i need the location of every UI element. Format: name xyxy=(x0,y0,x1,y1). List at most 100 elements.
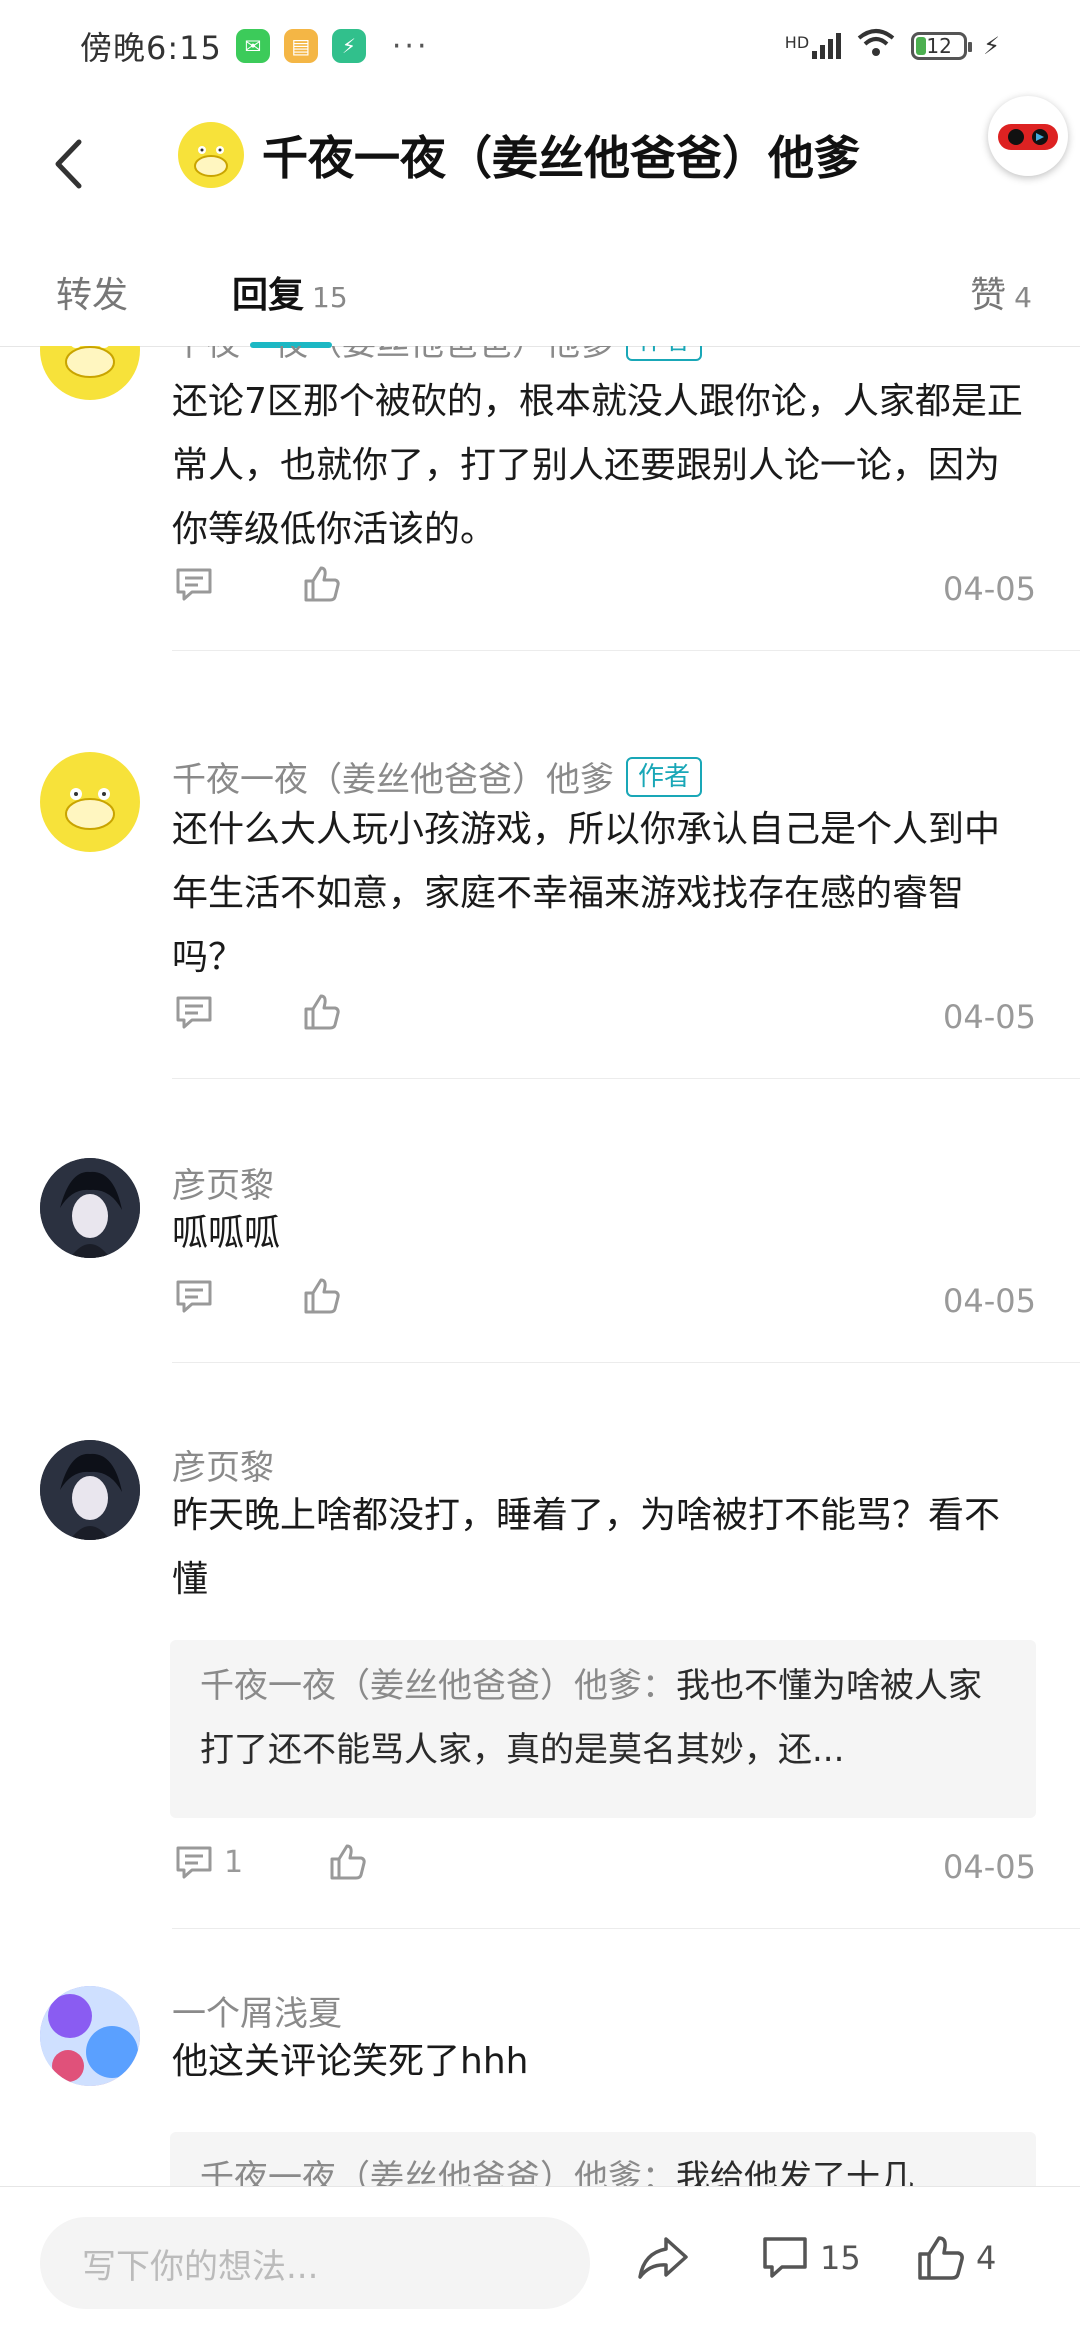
author-badge: 作者 xyxy=(626,346,703,361)
avatar[interactable] xyxy=(40,752,140,852)
game-assistant-icon xyxy=(998,124,1058,150)
reply-button[interactable] xyxy=(174,564,214,604)
bottom-action-bar: 写下你的想法... 15 4 xyxy=(0,2186,1080,2341)
anime-avatar-icon xyxy=(40,1158,140,1258)
tab-repost-label: 转发 xyxy=(56,275,129,316)
comment-actions: 04-05 xyxy=(172,992,1036,1042)
like-button[interactable] xyxy=(302,1276,342,1316)
thumbs-up-icon xyxy=(918,2236,964,2280)
tab-repost[interactable]: 转发 xyxy=(56,266,128,318)
like-button[interactable] xyxy=(328,1842,368,1882)
reply-button[interactable]: 1 xyxy=(174,1842,243,1882)
quoted-reply[interactable]: 千夜一夜（姜丝他爸爸）他爹：我给他发了十几 xyxy=(170,2132,1036,2186)
avatar[interactable] xyxy=(40,1158,140,1258)
comment-text: 呱呱呱 xyxy=(172,1213,281,1254)
tab-bar: 转发 回复 15 赞4 xyxy=(0,242,1080,348)
comment-author[interactable]: 千夜一夜（姜丝他爸爸）他爹 作者 xyxy=(172,752,703,801)
back-button[interactable] xyxy=(38,134,98,194)
share-icon xyxy=(638,2237,688,2279)
floating-assistant-button[interactable] xyxy=(988,96,1068,176)
comment-author[interactable]: 一个屑浅夏 xyxy=(172,1986,342,2035)
list-item: 彦页黎 呱呱呱 04-05 xyxy=(0,1158,1080,1438)
quoted-reply[interactable]: 千夜一夜（姜丝他爸爸）他爹：我也不懂为啥被人家打了还不能骂人家，真的是莫名其妙，… xyxy=(170,1640,1036,1818)
more-notifications-icon: ··· xyxy=(391,28,430,64)
anime-avatar-icon xyxy=(40,1440,140,1540)
tab-likes[interactable]: 赞4 xyxy=(970,266,1032,318)
comments-count: 15 xyxy=(820,2239,861,2277)
comment-icon xyxy=(176,1280,212,1313)
likes-count: 4 xyxy=(976,2239,997,2277)
comment-date: 04-05 xyxy=(943,998,1036,1036)
author-name: 一个屑浅夏 xyxy=(172,1994,342,2034)
tab-likes-count: 4 xyxy=(1014,281,1032,314)
divider xyxy=(172,650,1080,651)
reply-button[interactable] xyxy=(174,1276,214,1316)
comment-text: 还论7区那个被砍的，根本就没人跟你论，人家都是正常人，也就你了，打了别人还要跟别… xyxy=(172,381,1023,550)
battery-icon: 12 xyxy=(911,32,973,60)
comment-input[interactable]: 写下你的想法... xyxy=(40,2217,590,2309)
avatar[interactable] xyxy=(40,1440,140,1540)
list-item: 千夜一夜（姜丝他爸爸）他爹 作者 还什么大人玩小孩游戏，所以你承认自己是个人到中… xyxy=(0,752,1080,1152)
author-avatar[interactable] xyxy=(178,122,244,188)
duck-icon xyxy=(194,146,228,177)
comment-author[interactable]: 千夜一夜（姜丝他爸爸）他爹 作者 xyxy=(172,346,703,365)
avatar[interactable] xyxy=(40,346,140,400)
status-right: HD 12 ⚡ xyxy=(785,28,1000,64)
comment-text: 他这关评论笑死了hhh xyxy=(172,2041,529,2082)
security-app-icon: ⚡ xyxy=(331,29,366,63)
like-button[interactable] xyxy=(302,992,342,1032)
comment-list[interactable]: 千夜一夜（姜丝他爸爸）他爹 作者 还论7区那个被砍的，根本就没人跟你论，人家都是… xyxy=(0,346,1080,2186)
like-button[interactable] xyxy=(302,564,342,604)
status-time: 傍晚6:15 xyxy=(80,29,222,67)
reply-button[interactable] xyxy=(174,992,214,1032)
duck-icon xyxy=(65,788,115,830)
comment-input-placeholder: 写下你的想法... xyxy=(82,2246,319,2287)
comment-date: 04-05 xyxy=(943,570,1036,608)
list-item: 彦页黎 昨天晚上啥都没打，睡着了，为啥被打不能骂？看不懂 千夜一夜（姜丝他爸爸）… xyxy=(0,1440,1080,1980)
comment-icon xyxy=(176,568,212,601)
wifi-icon xyxy=(857,28,895,64)
quoted-author: 千夜一夜（姜丝他爸爸）他爹： xyxy=(200,1666,676,1706)
comment-author[interactable]: 彦页黎 xyxy=(172,1440,274,1489)
comment-text: 昨天晚上啥都没打，睡着了，为啥被打不能骂？看不懂 xyxy=(172,1495,1001,1600)
chevron-left-icon xyxy=(55,139,82,189)
like-post-button[interactable]: 4 xyxy=(916,2233,996,2283)
thumbs-up-icon xyxy=(304,994,340,1030)
comment-icon xyxy=(763,2237,807,2278)
comment-actions: 1 04-05 xyxy=(172,1842,1036,1892)
quoted-author: 千夜一夜（姜丝他爸爸）他爹： xyxy=(200,2158,676,2186)
anime-avatar-icon xyxy=(40,1986,140,2086)
comment-actions: 04-05 xyxy=(172,1276,1036,1326)
list-item: 千夜一夜（姜丝他爸爸）他爹 作者 还论7区那个被砍的，根本就没人跟你论，人家都是… xyxy=(0,346,1080,690)
comment-icon xyxy=(176,1846,212,1879)
comments-button[interactable]: 15 xyxy=(760,2233,861,2283)
network-type: HD xyxy=(784,33,810,52)
comment-author[interactable]: 彦页黎 xyxy=(172,1158,274,1207)
duck-icon xyxy=(65,346,115,378)
author-name: 千夜一夜（姜丝他爸爸）他爹 xyxy=(172,760,614,800)
comment-actions: 04-05 xyxy=(172,564,1036,614)
quoted-text: 我给他发了十几 xyxy=(676,2158,914,2186)
page-title: 千夜一夜（姜丝他爸爸）他爹 xyxy=(262,131,860,185)
comment-text: 还什么大人玩小孩游戏，所以你承认自己是个人到中年生活不如意，家庭不幸福来游戏找存… xyxy=(172,809,1001,978)
share-button[interactable] xyxy=(636,2233,690,2283)
tab-replies[interactable]: 回复 15 xyxy=(232,266,348,318)
comment-icon xyxy=(176,996,212,1029)
comment-date: 04-05 xyxy=(943,1848,1036,1886)
reply-count: 1 xyxy=(224,1844,244,1880)
header: 千夜一夜（姜丝他爸爸）他爹 xyxy=(0,92,1080,242)
notes-app-icon: ▤ xyxy=(283,29,318,63)
divider xyxy=(172,1078,1080,1079)
signal-icon: HD xyxy=(784,33,842,59)
author-name: 彦页黎 xyxy=(172,1448,274,1488)
list-item: 一个屑浅夏 他这关评论笑死了hhh 千夜一夜（姜丝他爸爸）他爹：我给他发了十几 xyxy=(0,1986,1080,2186)
charging-icon: ⚡ xyxy=(983,32,1000,60)
comment-date: 04-05 xyxy=(943,1282,1036,1320)
header-title-area[interactable]: 千夜一夜（姜丝他爸爸）他爹 xyxy=(178,122,860,188)
tab-replies-label: 回复 xyxy=(232,275,305,316)
thumbs-up-icon xyxy=(304,1278,340,1314)
thumbs-up-icon xyxy=(304,566,340,602)
avatar[interactable] xyxy=(40,1986,140,2086)
thumbs-up-icon xyxy=(330,1844,366,1880)
author-name: 千夜一夜（姜丝他爸爸）他爹 xyxy=(172,346,614,365)
